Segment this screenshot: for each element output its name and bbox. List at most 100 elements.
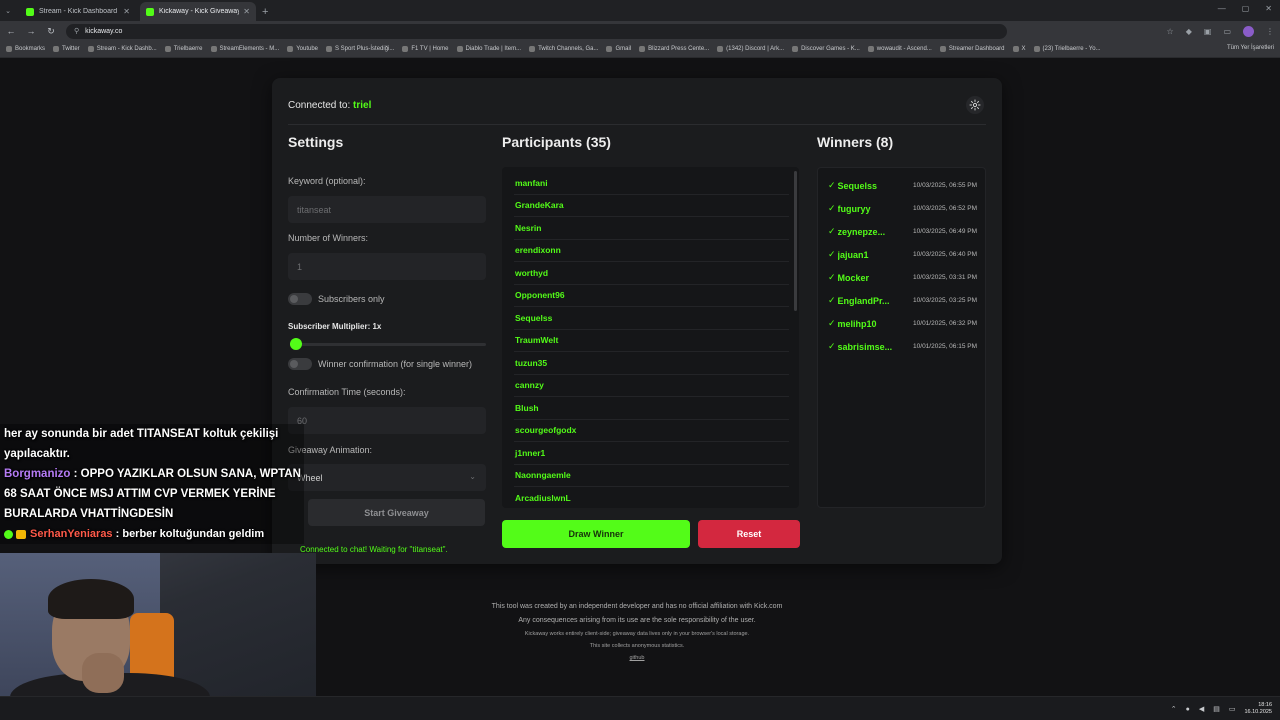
bookmark-label: Stream - Kick Dashb... (96, 46, 157, 52)
extensions-puzzle-icon[interactable]: ▣ (1204, 27, 1212, 36)
bookmark-label: S Sport Plus-İstediği... (335, 46, 395, 52)
winners-count-input[interactable]: 1 (288, 253, 486, 280)
participants-list[interactable]: manfani GrandeKara Nesrin erendixonn worthyd… (502, 167, 799, 508)
participant-row: Blush (514, 397, 789, 420)
bookmark-favicon-icon (1012, 46, 1019, 52)
close-window-icon[interactable]: ✕ (1265, 4, 1272, 13)
animation-select[interactable]: Wheel ⌄ (288, 464, 486, 491)
footer-disclaimer: This tool was created by an independent … (491, 603, 783, 610)
keyword-label: Keyword (optional): (288, 176, 366, 186)
participant-name: worthyd (515, 267, 549, 278)
participant-name: j1nner1 (515, 447, 546, 458)
new-tab-icon[interactable]: + (262, 6, 268, 18)
maximize-icon[interactable]: ▢ (1242, 4, 1250, 13)
settings-gear-button[interactable] (966, 96, 984, 114)
bookmark-item[interactable]: Blizzard Press Cente... (639, 46, 709, 52)
microphone-icon[interactable]: ● (1186, 706, 1190, 713)
speaker-icon[interactable]: ◀ (1199, 705, 1204, 713)
start-giveaway-button[interactable]: Start Giveaway (308, 499, 485, 526)
clock-time: 18:16 (1258, 702, 1272, 708)
participant-name: manfani (515, 177, 548, 188)
footer-stats-note: This site collects anonymous statistics. (589, 643, 685, 649)
participant-name: ArcadiuslwnL (515, 492, 571, 503)
tab-search-icon[interactable]: ⌄ (0, 0, 16, 21)
draw-winner-button[interactable]: Draw Winner (502, 520, 690, 548)
bookmark-favicon-icon (326, 46, 333, 52)
bookmark-item[interactable]: X (1012, 46, 1026, 52)
menu-dots-icon[interactable]: ⋮ (1266, 27, 1274, 36)
bookmark-item[interactable]: Discover Games - K... (792, 46, 860, 52)
toolbar-icons: ☆ ◆ ▣ ▭ ⋮ (1167, 25, 1274, 37)
display-icon[interactable]: ▭ (1229, 705, 1236, 713)
tab-close-icon[interactable]: ✕ (123, 7, 130, 16)
reset-button[interactable]: Reset (698, 520, 800, 548)
settings-title: Settings (288, 134, 344, 150)
network-icon[interactable]: ▤ (1213, 705, 1220, 713)
url-input[interactable]: ⚲ kickaway.co (66, 23, 1007, 39)
bookmark-item[interactable]: Stream - Kick Dashb... (87, 46, 157, 52)
subscriber-multiplier-label: Subscriber Multiplier: 1x (288, 322, 382, 331)
system-tray: ⌃ ● ◀ ▤ ▭ 18:16 16.10.2025 (1171, 702, 1272, 716)
participant-row: Naonngaemle (514, 465, 789, 487)
window-controls: — ▢ ✕ (1218, 4, 1272, 13)
tab-kickaway[interactable]: Kickaway - Kick Giveaway Tool ✕ (140, 2, 256, 21)
reload-icon[interactable]: ↻ (46, 26, 56, 37)
bookmark-item[interactable]: (1342) Discord | Ark... (717, 46, 784, 52)
github-link[interactable]: github (400, 652, 874, 664)
sidepanel-icon[interactable]: ▭ (1223, 27, 1231, 36)
taskbar-clock[interactable]: 18:16 16.10.2025 (1244, 702, 1272, 716)
bookmark-item[interactable]: Youtube (287, 46, 318, 52)
winner-confirmation-toggle[interactable] (288, 358, 312, 370)
participant-name: GrandeKara (515, 200, 564, 211)
bookmark-star-icon[interactable]: ☆ (1167, 27, 1174, 36)
bookmark-favicon-icon (287, 46, 294, 52)
bookmark-item[interactable]: Streamer Dashboard (939, 46, 1005, 52)
tab-close-icon[interactable]: ✕ (243, 7, 250, 16)
chat-message: SerhanYeniaras : berber koltuğundan geld… (0, 524, 304, 544)
bookmark-label: (23) Trielbaerre - Yo... (1042, 46, 1101, 52)
extension-icon[interactable]: ◆ (1186, 27, 1192, 36)
participants-scrollbar[interactable] (794, 171, 797, 311)
participant-name: TraumWelt (515, 335, 559, 346)
tray-chevron-icon[interactable]: ⌃ (1171, 705, 1177, 713)
participant-name: tuzun35 (515, 357, 548, 368)
checkmark-icon: ✓ (828, 272, 836, 282)
site-info-icon[interactable]: ⚲ (74, 27, 79, 35)
winner-date: 10/03/2025, 06:52 PM (913, 205, 977, 212)
webcam-hair (48, 579, 134, 619)
bookmark-item[interactable]: Diablo Trade | Item... (456, 46, 521, 52)
bookmark-item[interactable]: S Sport Plus-İstediği... (326, 46, 394, 52)
tab-stream-dashboard[interactable]: Stream - Kick Dashboard ✕ (20, 2, 136, 21)
bookmark-item[interactable]: Gmail (606, 46, 631, 52)
subscribers-only-toggle[interactable] (288, 293, 312, 305)
winner-row: ✓ Mocker 10/03/2025, 03:31 PM (818, 266, 985, 289)
keyword-input[interactable]: titanseat (288, 196, 486, 223)
bookmark-item[interactable]: Trielbaerre (164, 46, 203, 52)
bookmark-item[interactable]: Twitter (53, 46, 80, 52)
back-icon[interactable]: ← (6, 26, 16, 36)
confirmation-time-input[interactable]: 60 (288, 407, 486, 434)
participant-name: Nesrin (515, 222, 542, 233)
bookmark-item[interactable]: StreamElements - M... (210, 46, 280, 52)
winner-confirmation-label: Winner confirmation (for single winner) (318, 359, 473, 369)
bookmark-item[interactable]: wowaudit - Ascend... (867, 46, 932, 52)
multiplier-slider-thumb[interactable] (290, 338, 302, 350)
winner-name: sabrisimse... (837, 341, 893, 352)
multiplier-slider-track[interactable] (290, 343, 486, 346)
participant-name: Blush (515, 402, 539, 413)
bookmark-item[interactable]: (23) Trielbaerre - Yo... (1033, 46, 1101, 52)
bookmark-label: StreamElements - M... (219, 46, 280, 52)
forward-icon[interactable]: → (26, 26, 36, 36)
winner-name: Sequelss (837, 180, 878, 191)
bookmark-item[interactable]: Twitch Channels, Ga... (529, 46, 598, 52)
all-bookmarks-button[interactable]: Tüm Yer İşaretleri (1227, 45, 1274, 51)
bookmark-item[interactable]: Bookmarks (6, 46, 45, 52)
bookmark-item[interactable]: F1 TV | Home (402, 46, 449, 52)
profile-avatar-icon[interactable] (1243, 25, 1254, 37)
connected-user: triel (353, 100, 372, 111)
os-taskbar: ⌃ ● ◀ ▤ ▭ 18:16 16.10.2025 (0, 696, 1280, 720)
tab-title: Kickaway - Kick Giveaway Tool (159, 8, 240, 15)
minimize-icon[interactable]: — (1218, 4, 1226, 13)
stream-chat-overlay: her ay sonunda bir adet TITANSEAT koltuk… (0, 424, 304, 544)
winner-row: ✓ melihp10 10/01/2025, 06:32 PM (818, 312, 985, 335)
